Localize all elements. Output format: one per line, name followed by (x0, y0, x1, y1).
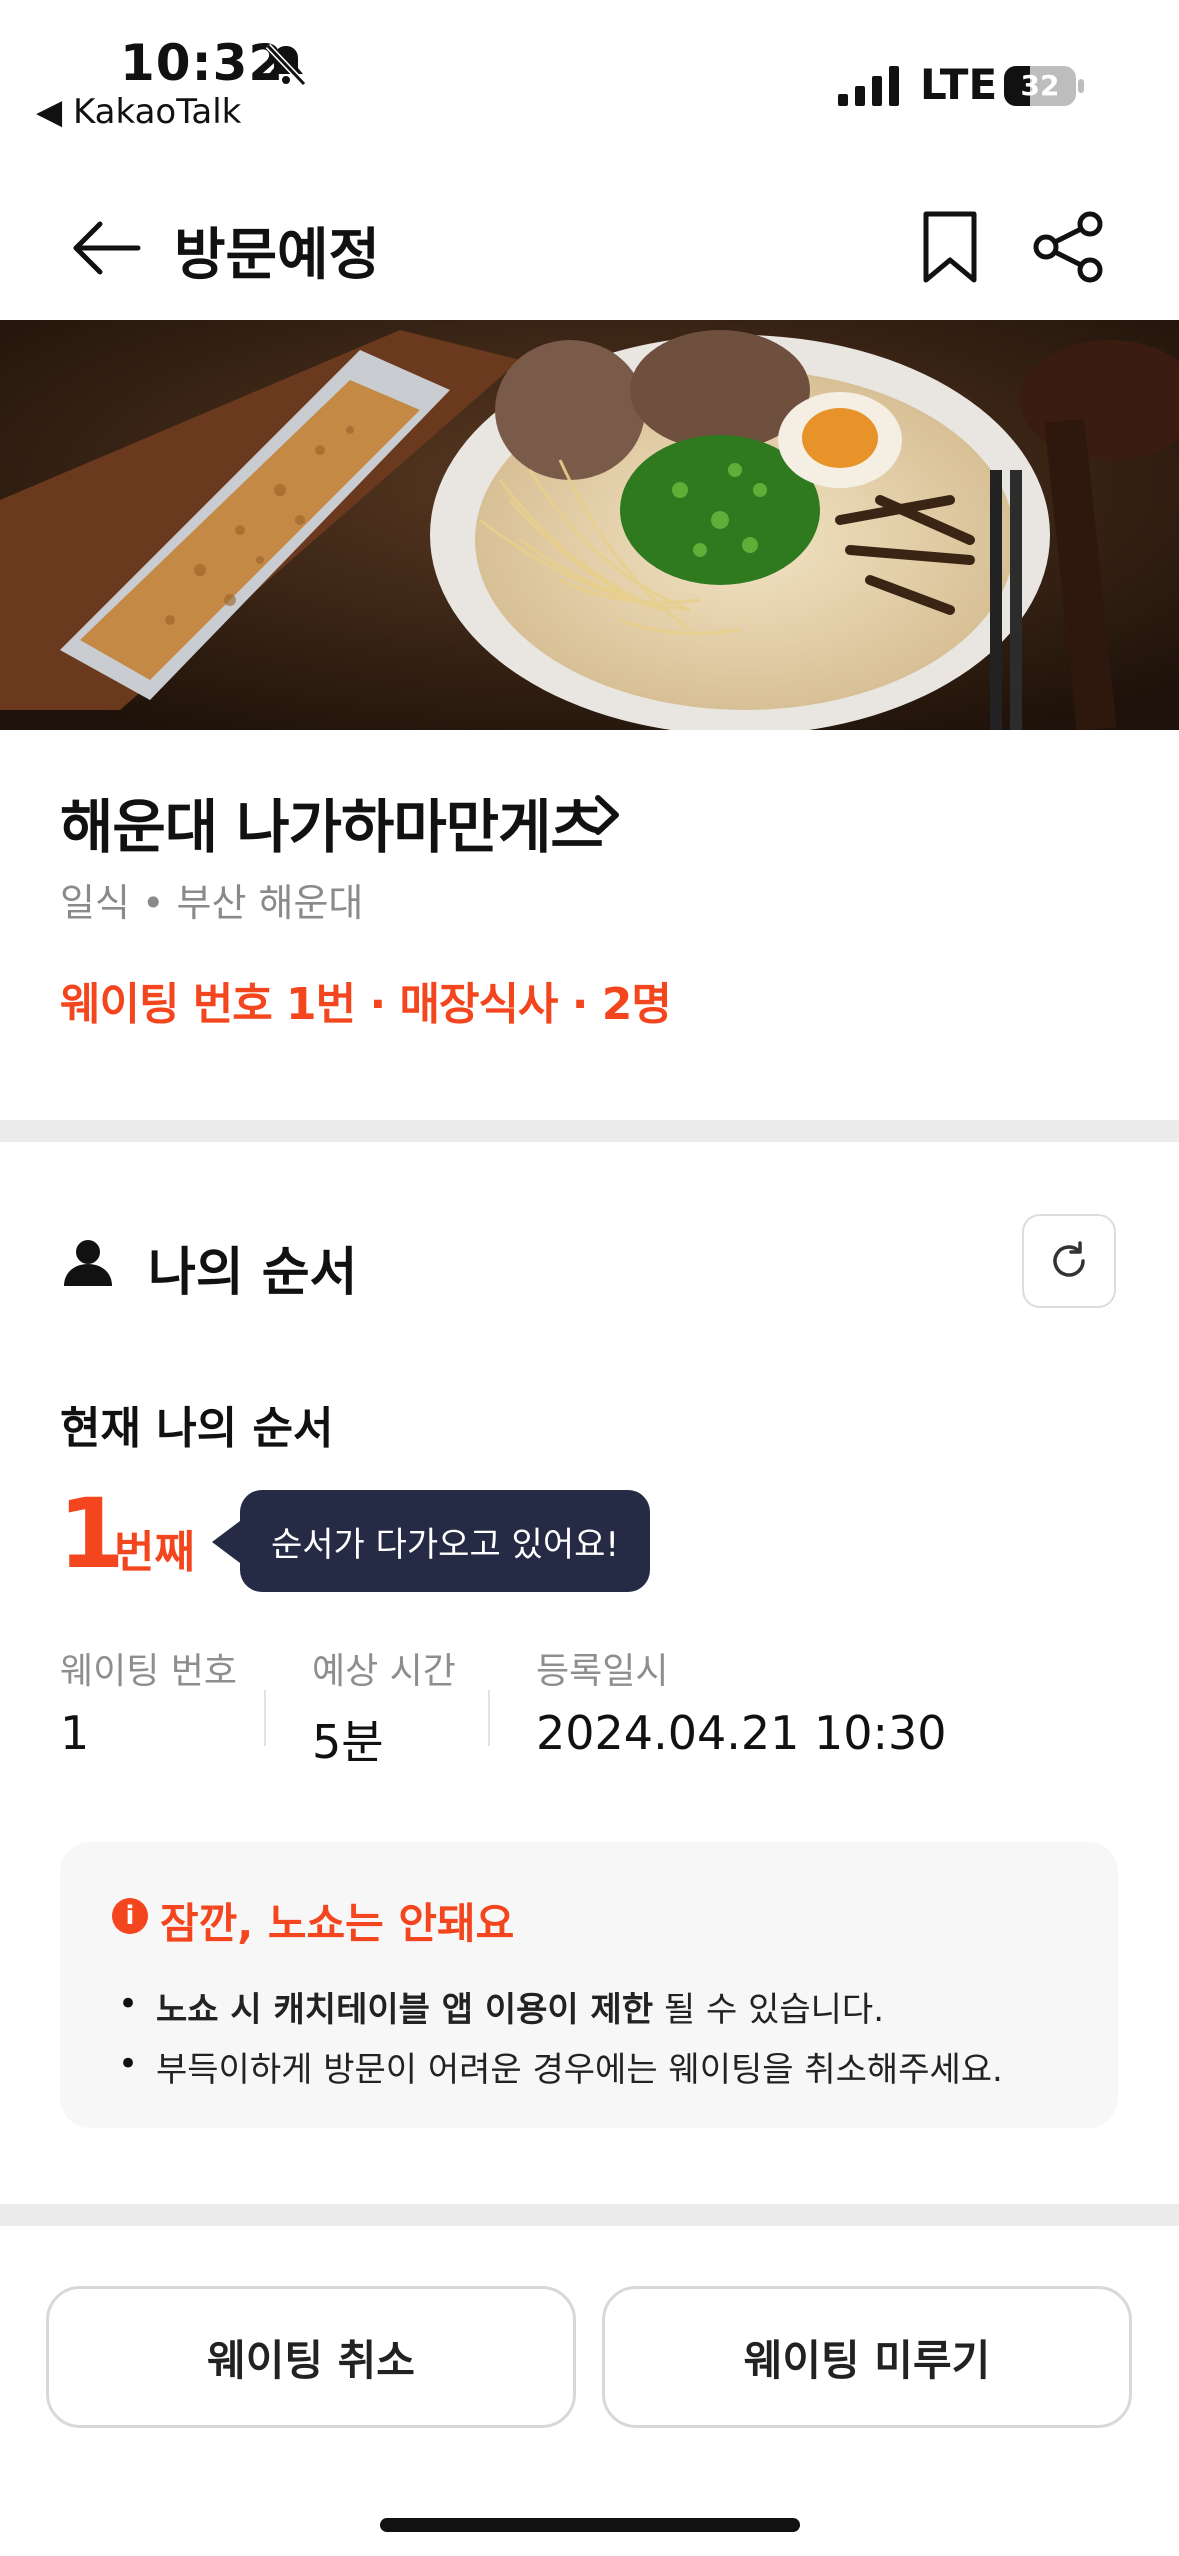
cancel-waiting-button[interactable]: 웨이팅 취소 (46, 2286, 576, 2428)
store-photo (0, 320, 1179, 730)
notice-line-1: 노쇼 시 캐치테이블 앱 이용이 제한 될 수 있습니다. (156, 1982, 884, 2031)
refresh-button[interactable] (1022, 1214, 1116, 1308)
page-title: 방문예정 (174, 223, 381, 288)
section-title-my-order: 나의 순서 (148, 1243, 358, 1303)
person-icon (64, 1240, 112, 1286)
postpone-waiting-button[interactable]: 웨이팅 미루기 (602, 2286, 1132, 2428)
battery-icon: 32 (1004, 66, 1084, 106)
waiting-summary: 웨이팅 번호 1번 · 매장식사 · 2명 (60, 979, 672, 1030)
info-icon: i (112, 1898, 148, 1934)
registered-at-label: 등록일시 (536, 1651, 669, 1692)
battery-level: 32 (1020, 69, 1060, 102)
status-time: 10:32 (120, 34, 285, 92)
bullet: • (118, 2044, 139, 2084)
bookmark-icon[interactable] (920, 210, 980, 284)
notice-line-1-bold: 노쇼 시 캐치테이블 앱 이용이 제한 (156, 1990, 654, 2030)
registered-at-value: 2024.04.21 10:30 (536, 1706, 947, 1760)
refresh-icon (1053, 1241, 1085, 1277)
notice-line-2: 부득이하게 방문이 어려운 경우에는 웨이팅을 취소해주세요. (156, 2050, 1003, 2090)
current-order-label: 현재 나의 순서 (60, 1403, 334, 1454)
column-separator (264, 1690, 266, 1746)
section-divider (0, 1120, 1179, 1142)
share-icon[interactable] (1032, 210, 1106, 284)
chevron-right-icon[interactable] (588, 790, 628, 840)
column-separator (488, 1690, 490, 1746)
waiting-number-value: 1 (60, 1706, 90, 1760)
current-order-unit: 번째 (114, 1527, 195, 1578)
waiting-number-label: 웨이팅 번호 (60, 1651, 238, 1692)
notice-line-1-rest: 될 수 있습니다. (653, 1990, 885, 2030)
expected-time-label: 예상 시간 (312, 1651, 456, 1692)
bell-muted-icon (265, 43, 307, 87)
back-arrow-icon[interactable] (72, 218, 142, 278)
network-label: LTE (920, 60, 998, 109)
back-to-app-link[interactable]: ◀ KakaoTalk (36, 92, 241, 132)
store-name-link[interactable]: 해운대 나가하마만게츠 (60, 780, 604, 864)
expected-time-value: 5분 (312, 1715, 384, 1769)
bullet: • (118, 1984, 139, 2024)
signal-icon (838, 66, 899, 106)
order-tooltip: 순서가 다가오고 있어요! (240, 1490, 650, 1592)
store-category-location: 일식 • 부산 해운대 (60, 881, 364, 925)
notice-title: 잠깐, 노쇼는 안돼요 (160, 1899, 515, 1948)
home-indicator[interactable] (380, 2518, 800, 2532)
section-divider (0, 2204, 1179, 2226)
